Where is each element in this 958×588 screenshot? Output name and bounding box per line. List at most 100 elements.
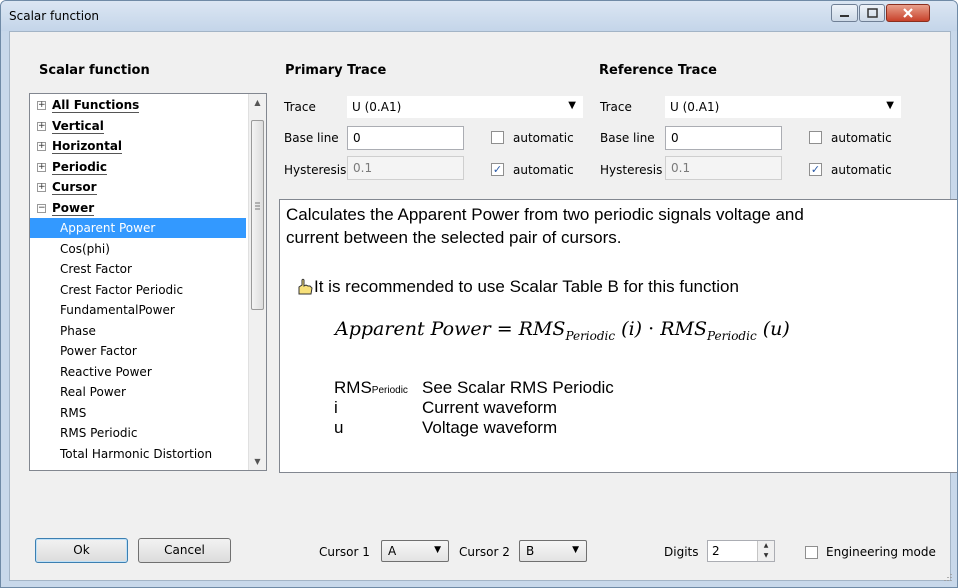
primary-baseline-auto-label: automatic: [513, 131, 574, 145]
digits-value: 2: [712, 544, 720, 558]
list-item[interactable]: Power Factor: [30, 341, 266, 361]
list-item[interactable]: Phase: [30, 321, 266, 341]
list-item[interactable]: Total Harmonic Distortion: [30, 444, 266, 464]
close-button[interactable]: [886, 4, 930, 22]
note-hand-icon: [296, 278, 316, 299]
cursor1-value: A: [388, 544, 397, 558]
recommendation-text: It is recommended to use Scalar Table B …: [314, 277, 739, 296]
reference-baseline-input[interactable]: 0: [665, 126, 782, 150]
collapse-icon[interactable]: −: [37, 203, 46, 213]
legend-term-text: RMS: [334, 378, 372, 397]
reference-baseline-label: Base line: [600, 131, 655, 145]
reference-baseline-auto-checkbox[interactable]: [809, 131, 822, 144]
list-item[interactable]: Apparent Power: [30, 218, 246, 238]
title-bar[interactable]: Scalar function: [1, 1, 957, 31]
list-item[interactable]: + Cursor: [30, 177, 246, 197]
list-item[interactable]: + Horizontal: [30, 136, 246, 156]
primary-hysteresis-auto-checkbox[interactable]: ✓: [491, 163, 504, 176]
resize-grip-icon[interactable]: [941, 571, 953, 583]
primary-baseline-input[interactable]: 0: [347, 126, 464, 150]
reference-trace-select[interactable]: U (0.A1) ▼: [665, 96, 901, 118]
list-item-label: Cursor: [52, 180, 97, 195]
chevron-down-icon: ▼: [568, 100, 576, 111]
expand-icon[interactable]: +: [37, 121, 46, 131]
dialog-window: Scalar function Scalar function + All Fun…: [0, 0, 958, 588]
legend-meaning: See Scalar RMS Periodic: [422, 378, 614, 397]
list-item-label: Horizontal: [52, 139, 123, 154]
formula-sub-2: Periodic: [706, 328, 757, 343]
minimize-icon: [840, 15, 849, 17]
list-item-label: All Functions: [52, 98, 140, 113]
digits-spinner[interactable]: 2 ▲ ▼: [707, 540, 775, 562]
grip-icon: [255, 202, 260, 210]
description-panel: Calculates the Apparent Power from two p…: [279, 199, 957, 473]
window-title: Scalar function: [9, 9, 100, 23]
reference-hysteresis-input[interactable]: 0.1: [665, 156, 782, 180]
list-item[interactable]: Crest Factor: [30, 259, 266, 279]
formula-rms-2: RMS: [660, 318, 707, 340]
reference-hysteresis-auto-label: automatic: [831, 163, 892, 177]
cancel-button[interactable]: Cancel: [138, 538, 231, 563]
spin-down-icon[interactable]: ▼: [758, 551, 774, 561]
reference-trace-value: U (0.A1): [670, 100, 720, 114]
function-list-heading: Scalar function: [39, 63, 150, 78]
cursor2-value: B: [526, 544, 535, 558]
legend-term-text: i: [334, 398, 338, 417]
reference-baseline-auto-label: automatic: [831, 131, 892, 145]
primary-hysteresis-input[interactable]: 0.1: [347, 156, 464, 180]
cursor1-select[interactable]: A ▼: [381, 540, 449, 562]
minimize-button[interactable]: [831, 4, 858, 22]
engineering-mode-label: Engineering mode: [826, 545, 936, 559]
reference-hysteresis-auto-checkbox[interactable]: ✓: [809, 163, 822, 176]
formula-voltage: (u): [756, 318, 790, 340]
primary-trace-heading: Primary Trace: [285, 63, 387, 78]
apparent-power-formula: Apparent Power = RMSPeriodic (i) · RMSPe…: [335, 318, 790, 343]
digits-spin-buttons[interactable]: ▲ ▼: [757, 541, 774, 561]
formula-dot: ·: [642, 318, 661, 340]
expand-icon[interactable]: +: [37, 162, 46, 172]
function-list-scrollbar[interactable]: ▲ ▼: [248, 94, 266, 470]
legend-term: RMSPeriodic: [334, 378, 408, 398]
scroll-down-icon[interactable]: ▼: [249, 453, 266, 470]
chevron-down-icon: ▼: [572, 545, 579, 555]
digits-label: Digits: [664, 545, 699, 559]
scroll-thumb[interactable]: [251, 120, 264, 310]
formula-sub-1: Periodic: [565, 328, 616, 343]
expand-icon[interactable]: +: [37, 183, 46, 192]
list-item[interactable]: Crest Factor Periodic: [30, 280, 266, 300]
formula-current: (i): [615, 318, 643, 340]
expand-icon[interactable]: +: [37, 142, 46, 151]
formula-equals: =: [490, 318, 519, 340]
legend-meaning: Current waveform: [422, 398, 558, 417]
scroll-up-icon[interactable]: ▲: [249, 94, 266, 111]
cursor2-select[interactable]: B ▼: [519, 540, 587, 562]
list-item[interactable]: + Vertical: [30, 116, 246, 136]
legend-term-subscript: Periodic: [371, 385, 408, 396]
primary-trace-select[interactable]: U (0.A1) ▼: [347, 96, 583, 118]
list-item[interactable]: + All Functions: [30, 95, 246, 115]
list-item[interactable]: − Power: [30, 198, 246, 218]
spin-up-icon[interactable]: ▲: [758, 541, 774, 551]
description-line-1: Calculates the Apparent Power from two p…: [286, 205, 804, 224]
function-list[interactable]: + All Functions + Vertical + Horizontal + Perio…: [29, 93, 267, 471]
list-item[interactable]: FundamentalPower: [30, 300, 266, 320]
ok-button[interactable]: Ok: [35, 538, 128, 563]
list-item[interactable]: RMS: [30, 403, 266, 423]
list-item[interactable]: Real Power: [30, 382, 266, 402]
reference-hysteresis-label: Hysteresis: [600, 163, 663, 177]
list-item[interactable]: Reactive Power: [30, 362, 266, 382]
list-item-label: Vertical: [52, 118, 104, 134]
engineering-mode-checkbox[interactable]: [805, 546, 818, 559]
description-line-2: current between the selected pair of cur…: [286, 228, 622, 247]
primary-baseline-auto-checkbox[interactable]: [491, 131, 504, 144]
legend-term: u: [334, 418, 343, 438]
maximize-button[interactable]: [859, 4, 885, 22]
formula-lhs: Apparent Power: [335, 318, 491, 340]
reference-hysteresis-value: 0.1: [671, 161, 691, 175]
list-item[interactable]: Cos(phi): [30, 239, 266, 259]
list-item[interactable]: + Periodic: [30, 157, 246, 177]
expand-icon[interactable]: +: [37, 101, 46, 110]
cursor2-label: Cursor 2: [459, 545, 510, 559]
list-item[interactable]: RMS Periodic: [30, 423, 266, 443]
legend-term-text: u: [334, 418, 344, 437]
